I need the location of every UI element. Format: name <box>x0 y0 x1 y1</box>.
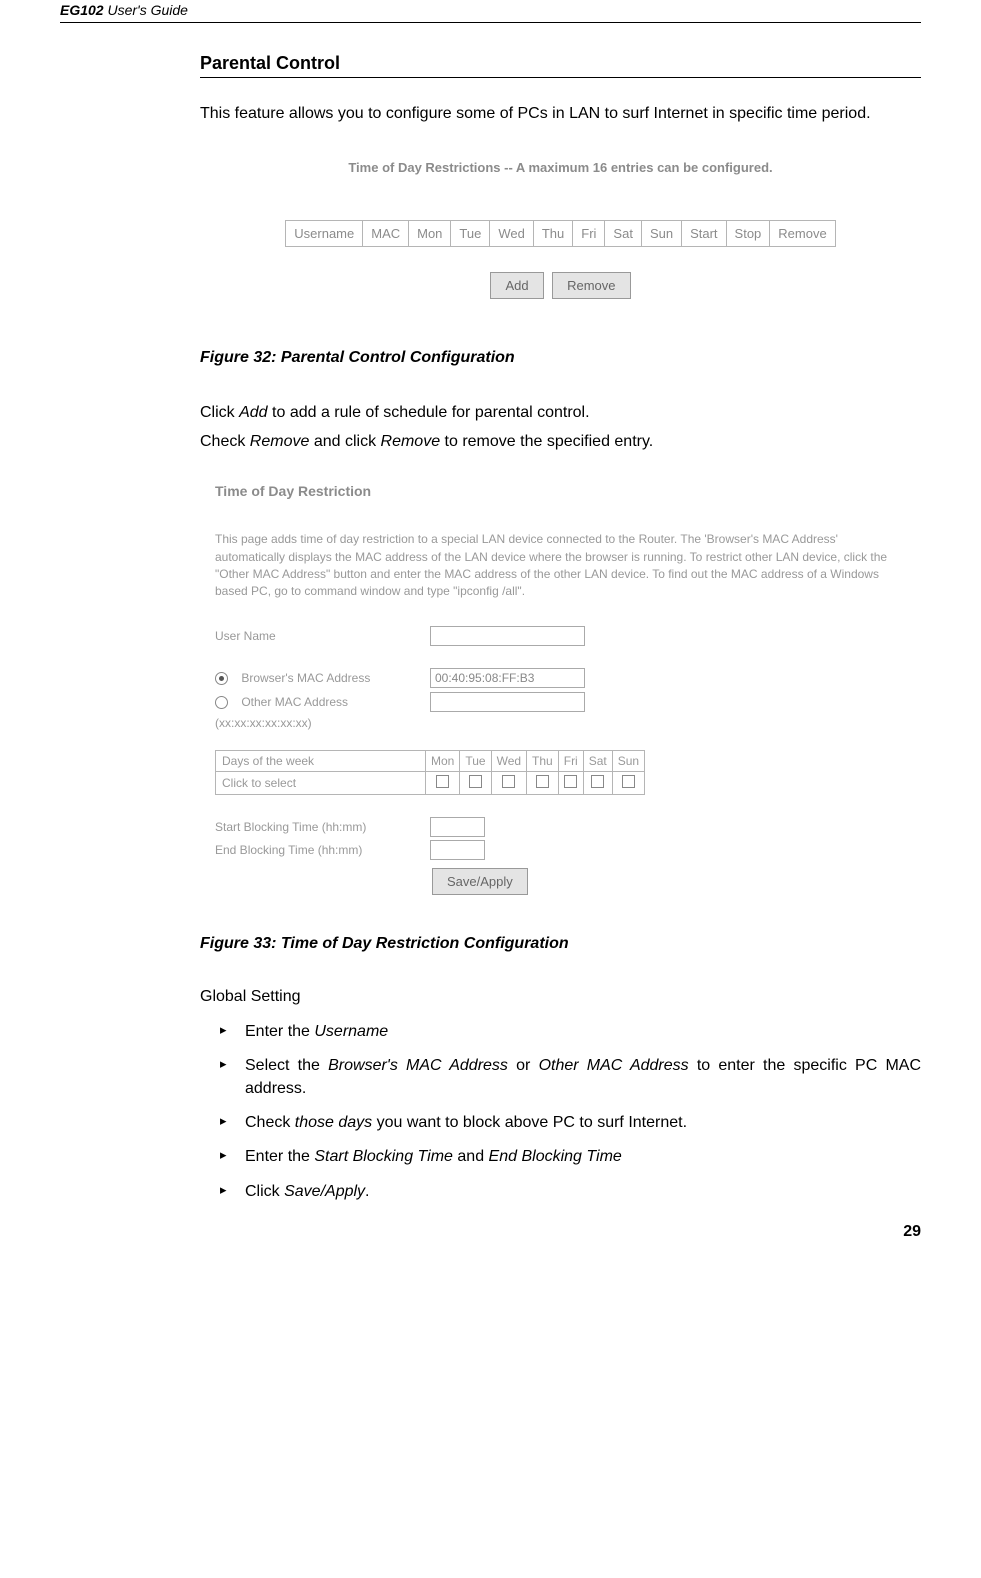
header-product: EG102 <box>60 2 104 18</box>
bullet-username: Enter the Username <box>220 1021 921 1043</box>
bullet-mac-select: Select the Browser's MAC Address or Othe… <box>220 1055 921 1100</box>
global-setting-list: Enter the Username Select the Browser's … <box>200 1021 921 1203</box>
save-apply-button[interactable]: Save/Apply <box>432 868 528 895</box>
label-click-select: Click to select <box>216 771 426 794</box>
mid-line-2: Check Remove and click Remove to remove … <box>200 431 921 453</box>
header-suffix: User's Guide <box>104 2 188 18</box>
day-fri: Fri <box>558 750 583 771</box>
intro-paragraph: This feature allows you to configure som… <box>200 103 921 125</box>
shot1-table: Username MAC Mon Tue Wed Thu Fri Sat Sun… <box>285 220 835 247</box>
remove-button[interactable]: Remove <box>552 272 630 299</box>
checkbox-sun[interactable] <box>622 775 635 788</box>
col-sun: Sun <box>641 221 681 247</box>
page-number: 29 <box>60 1223 921 1241</box>
day-sat: Sat <box>583 750 612 771</box>
radio-browser-mac[interactable] <box>215 672 228 685</box>
mid-line-1: Click Add to add a rule of schedule for … <box>200 402 921 424</box>
day-tue: Tue <box>460 750 491 771</box>
col-username: Username <box>286 221 363 247</box>
other-mac-input[interactable] <box>430 692 585 712</box>
col-wed: Wed <box>490 221 534 247</box>
shot2-title: Time of Day Restriction <box>215 483 906 499</box>
end-time-input[interactable] <box>430 840 485 860</box>
checkbox-sat[interactable] <box>591 775 604 788</box>
figure-33-caption: Figure 33: Time of Day Restriction Confi… <box>200 935 921 953</box>
add-button[interactable]: Add <box>490 272 543 299</box>
day-sun: Sun <box>612 750 644 771</box>
checkbox-wed[interactable] <box>502 775 515 788</box>
day-thu: Thu <box>527 750 559 771</box>
bullet-blocking-time: Enter the Start Blocking Time and End Bl… <box>220 1146 921 1168</box>
checkbox-tue[interactable] <box>469 775 482 788</box>
col-tue: Tue <box>451 221 490 247</box>
checkbox-mon[interactable] <box>436 775 449 788</box>
shot2-paragraph: This page adds time of day restriction t… <box>215 531 906 601</box>
col-fri: Fri <box>573 221 605 247</box>
label-end-time: End Blocking Time (hh:mm) <box>215 843 430 857</box>
figure-32-caption: Figure 32: Parental Control Configuratio… <box>200 349 921 367</box>
col-thu: Thu <box>533 221 572 247</box>
username-input[interactable] <box>430 626 585 646</box>
start-time-input[interactable] <box>430 817 485 837</box>
global-setting-heading: Global Setting <box>200 988 921 1006</box>
page-header: EG102 User's Guide <box>60 0 921 23</box>
col-remove: Remove <box>770 221 835 247</box>
label-browser-mac: Browser's MAC Address <box>241 671 370 685</box>
section-title: Parental Control <box>200 53 921 78</box>
col-stop: Stop <box>726 221 770 247</box>
checkbox-thu[interactable] <box>536 775 549 788</box>
col-mac: MAC <box>363 221 409 247</box>
bullet-check-days: Check those days you want to block above… <box>220 1112 921 1134</box>
radio-other-mac[interactable] <box>215 696 228 709</box>
label-username: User Name <box>215 629 430 643</box>
checkbox-fri[interactable] <box>564 775 577 788</box>
screenshot-time-restrictions-list: Time of Day Restrictions -- A maximum 16… <box>200 145 921 324</box>
shot1-title: Time of Day Restrictions -- A maximum 16… <box>220 160 901 175</box>
days-of-week-table: Days of the week Mon Tue Wed Thu Fri Sat… <box>215 750 645 795</box>
label-days-of-week: Days of the week <box>216 750 426 771</box>
day-mon: Mon <box>426 750 460 771</box>
screenshot-time-restriction-form: Time of Day Restriction This page adds t… <box>200 473 921 910</box>
bullet-save-apply: Click Save/Apply. <box>220 1181 921 1203</box>
label-other-mac: Other MAC Address <box>241 695 348 709</box>
label-other-mac-hint: (xx:xx:xx:xx:xx:xx) <box>215 716 430 730</box>
day-wed: Wed <box>491 750 526 771</box>
col-sat: Sat <box>605 221 642 247</box>
label-start-time: Start Blocking Time (hh:mm) <box>215 820 430 834</box>
col-mon: Mon <box>409 221 451 247</box>
browser-mac-input[interactable]: 00:40:95:08:FF:B3 <box>430 668 585 688</box>
col-start: Start <box>682 221 726 247</box>
